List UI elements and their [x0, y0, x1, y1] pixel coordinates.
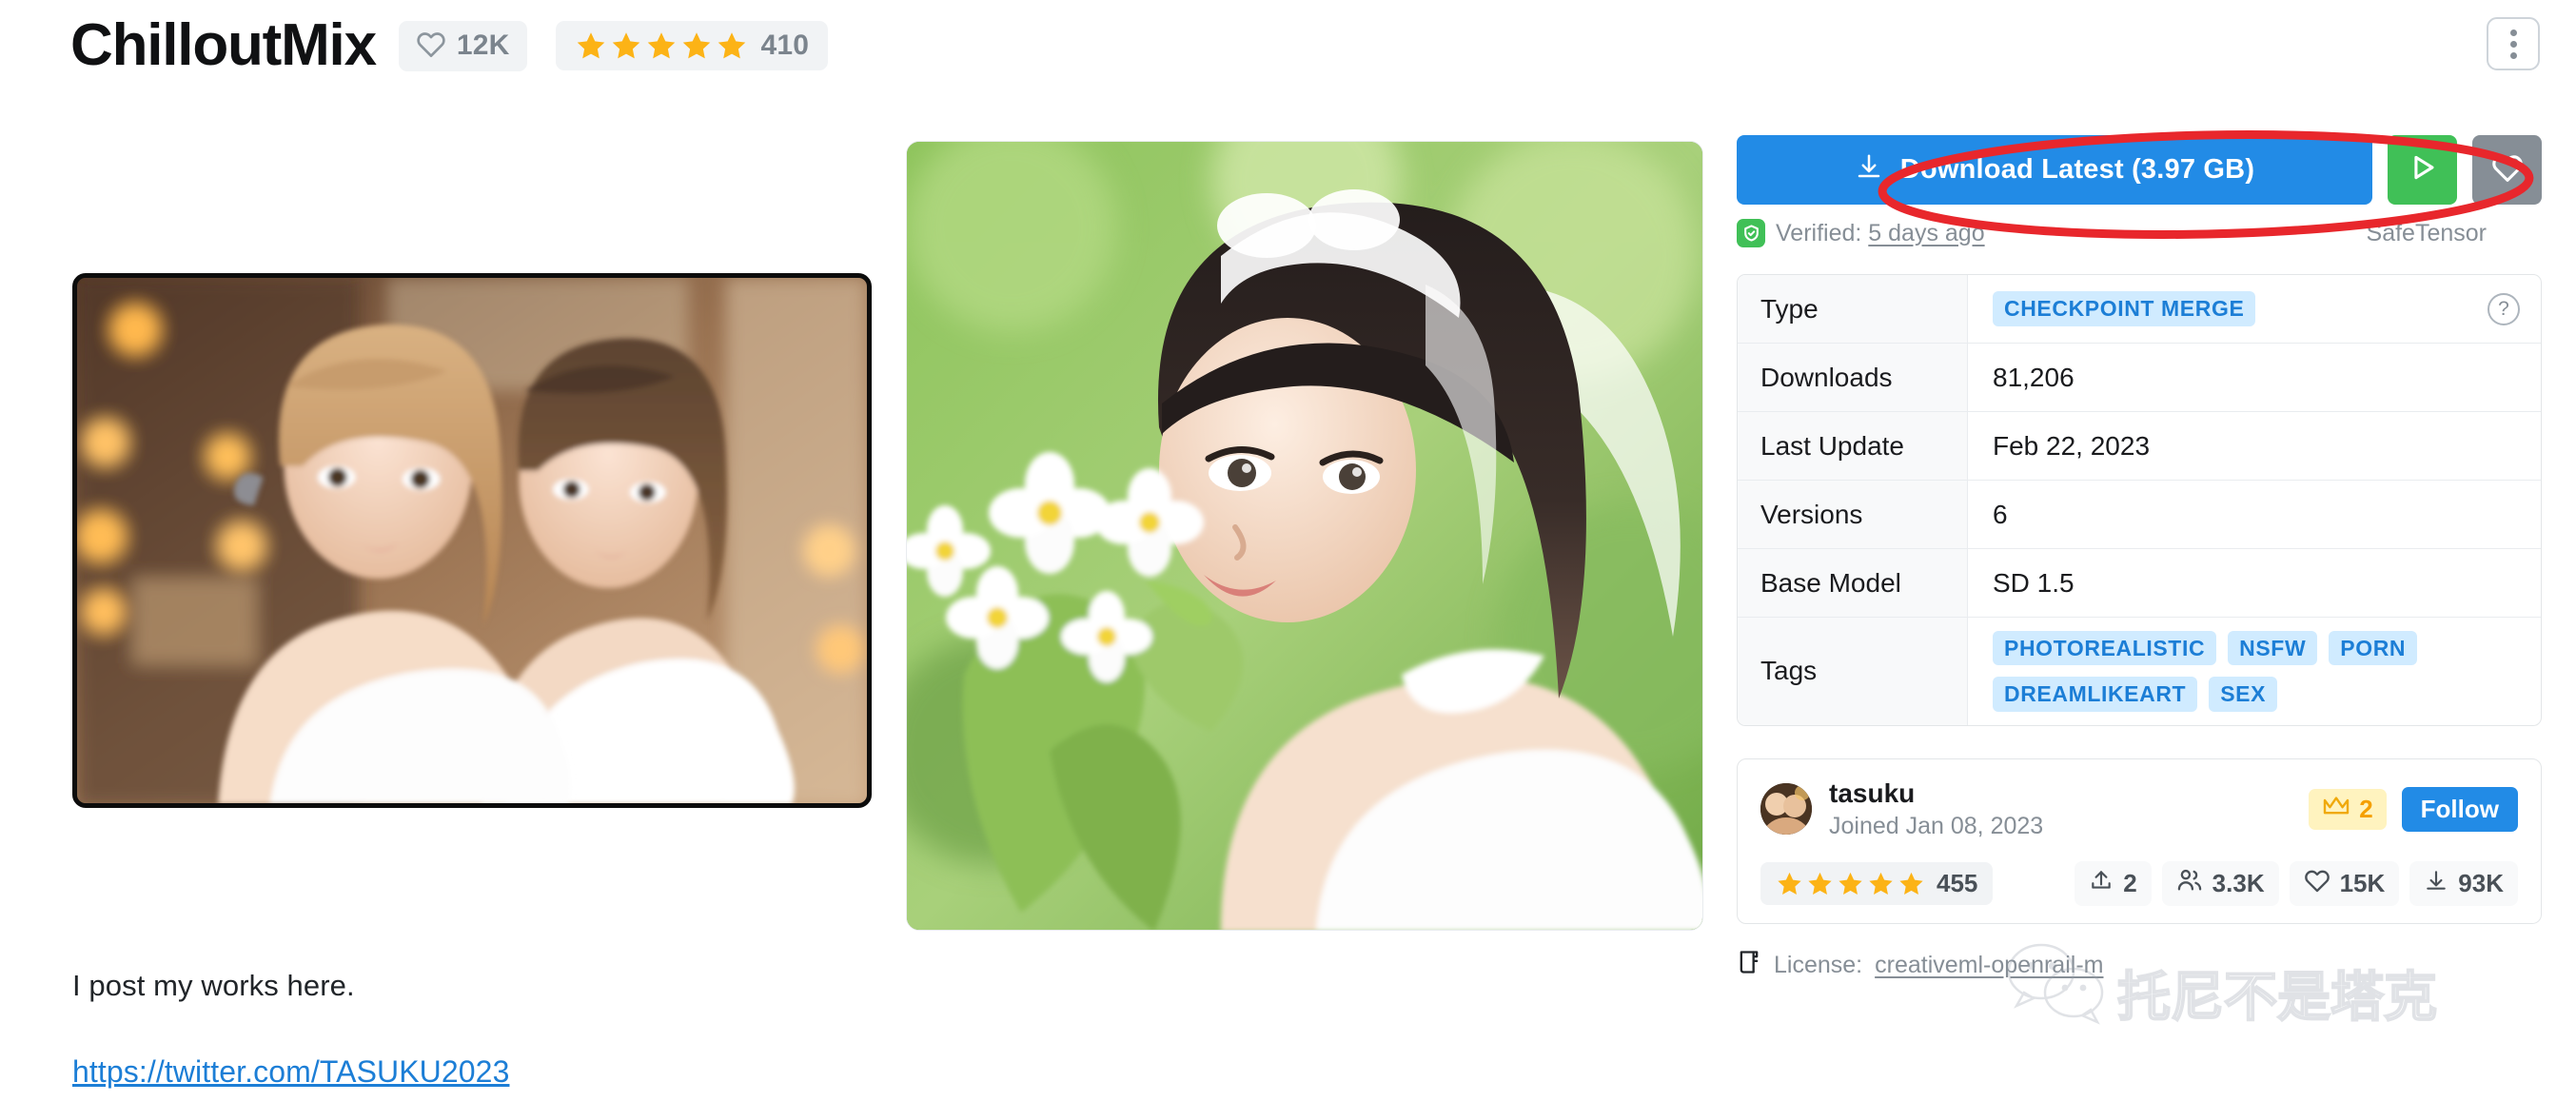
heart-icon — [2491, 152, 2524, 187]
creator-rating-stars — [1776, 871, 1925, 897]
row-value: CHECKPOINT MERGE ? — [1968, 275, 2541, 343]
tag-chip[interactable]: NSFW — [2228, 631, 2318, 666]
crown-badge[interactable]: 2 — [2309, 788, 2387, 830]
stat-followers[interactable]: 3.3K — [2161, 861, 2279, 907]
likes-pill[interactable]: 12K — [398, 20, 527, 71]
avatar[interactable] — [1760, 783, 1812, 836]
preview-image-left[interactable] — [72, 273, 872, 808]
creator-rating[interactable]: 455 — [1760, 862, 1994, 906]
verified-time[interactable]: 5 days ago — [1868, 220, 1984, 246]
stat-downloads[interactable]: 93K — [2409, 861, 2518, 907]
stat-likes[interactable]: 15K — [2289, 861, 2400, 907]
menu-dot — [2509, 29, 2517, 36]
preview-center-art — [907, 142, 1702, 930]
row-value: PHOTOREALISTIC NSFW PORN DREAMLIKEART SE… — [1968, 618, 2541, 725]
table-row: Type CHECKPOINT MERGE ? — [1738, 275, 2541, 344]
model-info-table: Type CHECKPOINT MERGE ? Downloads 81,206… — [1737, 274, 2542, 726]
question-circle-icon[interactable]: ? — [2488, 292, 2520, 325]
row-value: Feb 22, 2023 — [1993, 430, 2151, 461]
crown-count: 2 — [2359, 794, 2373, 823]
stat-value: 3.3K — [2212, 869, 2265, 898]
model-detail-page: ChilloutMix 12K 410 I post my works here… — [0, 0, 2576, 1102]
run-model-button[interactable] — [2388, 135, 2457, 205]
action-row: Download Latest (3.97 GB) — [1737, 135, 2542, 205]
type-badge[interactable]: CHECKPOINT MERGE — [1993, 291, 2256, 326]
download-label: Download Latest (3.97 GB) — [1899, 154, 2255, 185]
download-button[interactable]: Download Latest (3.97 GB) — [1737, 135, 2372, 205]
favorite-button[interactable] — [2472, 135, 2542, 205]
tag-chip[interactable]: DREAMLIKEART — [1993, 677, 2198, 712]
row-key: Type — [1738, 275, 1968, 343]
license-row: License: creativeml-openrail-m — [1737, 949, 2542, 982]
rating-count: 410 — [760, 30, 810, 61]
creator-stats-row: 455 2 3.3K 15K 93K — [1760, 861, 2518, 907]
stat-value: 93K — [2458, 869, 2504, 898]
row-value: 81,206 — [1993, 362, 2075, 392]
creator-metrics: 2 3.3K 15K 93K — [2075, 861, 2518, 907]
play-icon — [2407, 151, 2439, 188]
twitter-link[interactable]: https://twitter.com/TASUKU2023 — [72, 1054, 509, 1090]
creator-joined: Joined Jan 08, 2023 — [1829, 813, 2044, 840]
menu-dot — [2509, 51, 2517, 59]
stat-value: 2 — [2123, 869, 2137, 898]
verified-label: Verified: 5 days ago — [1776, 220, 1985, 247]
preview-left-art — [77, 278, 867, 803]
shield-check-icon — [1737, 219, 1765, 247]
stat-value: 15K — [2339, 869, 2386, 898]
row-key: Last Update — [1738, 412, 1968, 480]
table-row: Base Model SD 1.5 — [1738, 549, 2541, 618]
download-icon — [2424, 868, 2448, 899]
row-value: 6 — [1993, 499, 2008, 529]
creator-actions: 2 Follow — [2309, 786, 2518, 832]
creator-header: tasuku Joined Jan 08, 2023 2 Follow — [1760, 778, 2518, 840]
creator-card: tasuku Joined Jan 08, 2023 2 Follow 455 … — [1737, 758, 2542, 925]
row-key: Base Model — [1738, 549, 1968, 617]
heart-icon — [416, 30, 446, 63]
creator-identity: tasuku Joined Jan 08, 2023 — [1829, 778, 2043, 840]
table-row: Downloads 81,206 — [1738, 344, 2541, 412]
tag-chip[interactable]: PHOTOREALISTIC — [1993, 631, 2217, 666]
row-key: Versions — [1738, 481, 1968, 548]
menu-dot — [2509, 40, 2517, 48]
row-value: SD 1.5 — [1993, 567, 2075, 598]
page-header: ChilloutMix 12K 410 — [0, 0, 2576, 91]
tag-list: PHOTOREALISTIC NSFW PORN DREAMLIKEART SE… — [1993, 631, 2522, 712]
avatar-art — [1760, 783, 1812, 836]
crown-icon — [2322, 795, 2350, 824]
follow-button[interactable]: Follow — [2401, 786, 2518, 832]
likes-count: 12K — [456, 30, 510, 61]
stat-uploads[interactable]: 2 — [2075, 861, 2152, 907]
license-link[interactable]: creativeml-openrail-m — [1875, 952, 2103, 979]
verified-row: Verified: 5 days ago SafeTensor — [1737, 217, 2542, 249]
rating-stars — [575, 30, 748, 62]
verified-prefix: Verified: — [1776, 219, 1862, 246]
download-icon — [1855, 152, 1883, 188]
users-icon — [2176, 868, 2203, 899]
format-label: SafeTensor — [2366, 219, 2487, 246]
row-key: Tags — [1738, 618, 1968, 725]
upload-icon — [2089, 868, 2114, 899]
page-title: ChilloutMix — [70, 12, 377, 78]
three-dot-menu-icon[interactable] — [2487, 17, 2540, 70]
creator-rating-count: 455 — [1937, 869, 1978, 898]
table-row: Tags PHOTOREALISTIC NSFW PORN DREAMLIKEA… — [1738, 618, 2541, 725]
heart-icon — [2304, 868, 2330, 899]
table-row: Last Update Feb 22, 2023 — [1738, 412, 2541, 481]
license-prefix: License: — [1774, 952, 1863, 979]
license-scroll-icon — [1737, 949, 1761, 982]
tag-chip[interactable]: PORN — [2329, 631, 2418, 666]
table-row: Versions 6 — [1738, 481, 2541, 549]
model-description: I post my works here. — [72, 969, 355, 1002]
preview-image-center[interactable] — [906, 141, 1703, 931]
sidebar: Download Latest (3.97 GB) Verified: 5 da… — [1737, 135, 2542, 982]
row-key: Downloads — [1738, 344, 1968, 411]
tag-chip[interactable]: SEX — [2209, 677, 2278, 712]
rating-pill[interactable]: 410 — [555, 21, 829, 70]
creator-name[interactable]: tasuku — [1829, 778, 2043, 809]
